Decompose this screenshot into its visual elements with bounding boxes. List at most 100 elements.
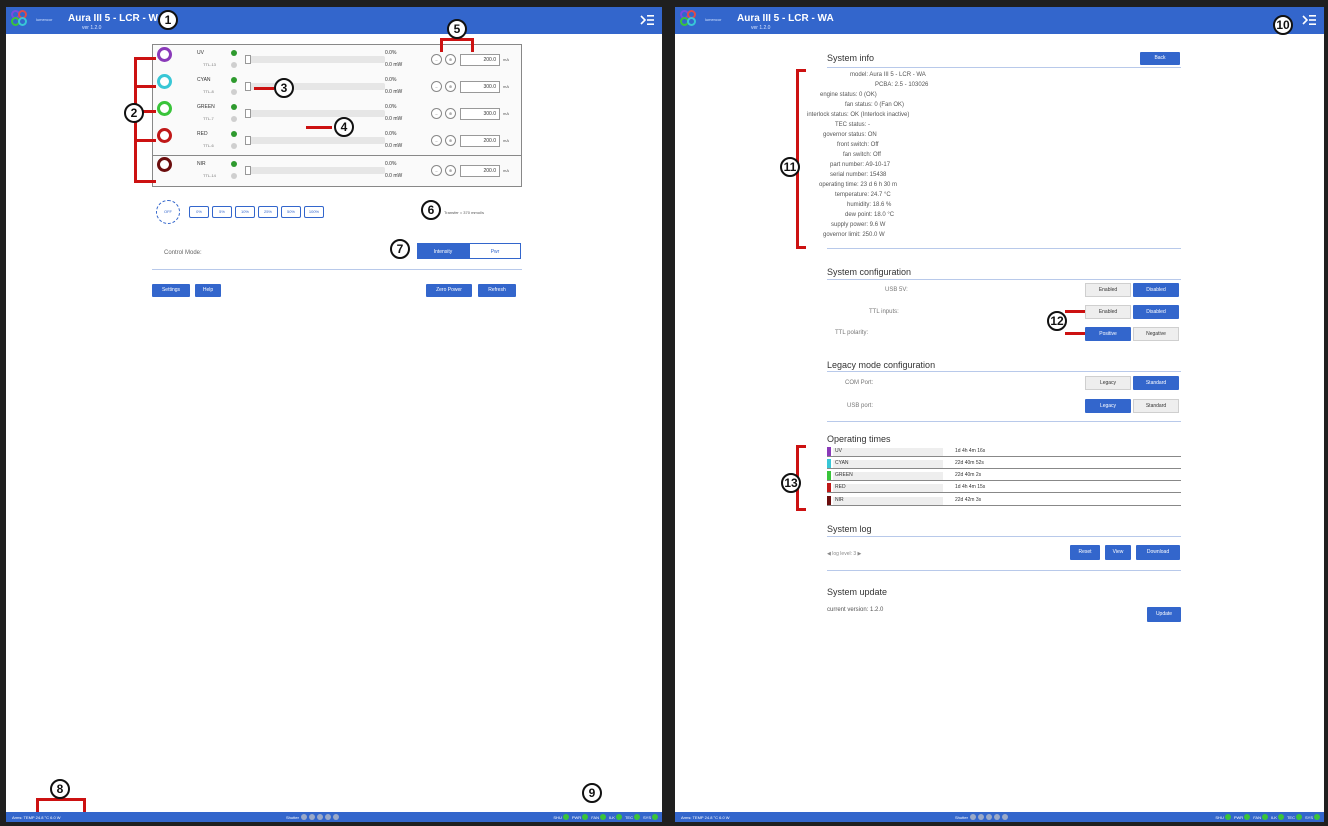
preset-button[interactable]: 50%	[281, 206, 301, 218]
menu-icon[interactable]	[640, 14, 654, 26]
decrement-button[interactable]: –	[431, 165, 442, 176]
callout-7: 7	[390, 239, 410, 259]
top-bar: lumencor Aura III 5 - LCR - WA ver 1.2.0	[6, 7, 662, 34]
intensity-slider[interactable]	[245, 55, 385, 64]
enable-led-icon[interactable]	[231, 161, 237, 167]
color-swatch	[827, 496, 831, 505]
annotation-line	[254, 87, 274, 90]
led-icon	[1277, 814, 1284, 820]
current-input[interactable]: 300.0	[460, 81, 500, 93]
enable-led-icon[interactable]	[231, 131, 237, 137]
intensity-slider[interactable]	[245, 136, 385, 145]
enable-led-icon[interactable]	[231, 50, 237, 56]
uv-ring-icon[interactable]	[157, 47, 172, 62]
settings-button[interactable]: Settings	[152, 284, 190, 297]
divider	[827, 67, 1181, 68]
unit-label: mA	[503, 111, 509, 116]
usb5v-disabled-button[interactable]: Disabled	[1133, 283, 1179, 297]
callout-12: 12	[1047, 311, 1067, 331]
zero-power-button[interactable]: Zero Power	[426, 284, 472, 297]
power-value: 0.0 mW	[385, 143, 403, 149]
slider-thumb[interactable]	[245, 55, 251, 64]
divider	[827, 570, 1181, 571]
usb-legacy-button[interactable]: Legacy	[1085, 399, 1131, 413]
slider-thumb[interactable]	[245, 136, 251, 145]
decrement-button[interactable]: –	[431, 135, 442, 146]
preset-button[interactable]: 10%	[235, 206, 255, 218]
divider	[827, 248, 1181, 249]
info-line: fan switch: Off	[843, 152, 881, 158]
annotation-line	[134, 180, 156, 183]
led-icon	[1244, 814, 1251, 820]
channel-name: GREEN	[197, 104, 215, 110]
com-legacy-button[interactable]: Legacy	[1085, 376, 1131, 390]
mode-power-button[interactable]: Pwr	[469, 243, 521, 259]
intensity-slider[interactable]	[245, 166, 385, 175]
menu-icon[interactable]	[1302, 14, 1316, 26]
current-version: current version: 1.2.0	[827, 607, 884, 613]
ttl-inputs-enabled-button[interactable]: Enabled	[1085, 305, 1131, 319]
divider	[152, 269, 522, 270]
led-icon	[969, 814, 976, 820]
decrement-button[interactable]: –	[431, 81, 442, 92]
color-swatch	[827, 459, 831, 468]
back-button[interactable]: Back	[1140, 52, 1180, 65]
transfer-readout: Transfer = 370 mmol/s	[444, 210, 484, 215]
power-value: 0.0 mW	[385, 89, 403, 95]
preset-button[interactable]: 100%	[304, 206, 324, 218]
help-button[interactable]: Help	[195, 284, 221, 297]
cyan-ring-icon[interactable]	[157, 74, 172, 89]
current-input[interactable]: 200.0	[460, 135, 500, 147]
current-input[interactable]: 200.0	[460, 165, 500, 177]
lock-button[interactable]: ⊕	[445, 54, 456, 65]
preset-row: OFF 0% 5% 10% 25% 50% 100%	[156, 200, 324, 224]
ttl-led-icon	[231, 143, 237, 149]
preset-button[interactable]: 0%	[189, 206, 209, 218]
log-view-button[interactable]: View	[1105, 545, 1131, 560]
status-bar: Arms: TEMP 24.8 °C 6.0 W Shutter SHU PWR…	[6, 812, 662, 822]
control-mode-label: Control Mode:	[164, 250, 202, 256]
intensity-slider[interactable]	[245, 109, 385, 118]
enable-led-icon[interactable]	[231, 104, 237, 110]
ttl-polarity-positive-button[interactable]: Positive	[1085, 327, 1131, 341]
com-standard-button[interactable]: Standard	[1133, 376, 1179, 390]
percent-value: 0.0%	[385, 77, 397, 83]
red-ring-icon[interactable]	[157, 128, 172, 143]
usb-standard-button[interactable]: Standard	[1133, 399, 1179, 413]
preset-button[interactable]: 25%	[258, 206, 278, 218]
op-time-name: NIR	[833, 497, 943, 505]
decrement-button[interactable]: –	[431, 108, 442, 119]
lock-button[interactable]: ⊕	[445, 81, 456, 92]
op-time-name: RED	[833, 484, 943, 492]
sys-label: SYS	[1304, 814, 1313, 820]
current-input[interactable]: 300.0	[460, 108, 500, 120]
enable-led-icon[interactable]	[231, 77, 237, 83]
current-input[interactable]: 200.0	[460, 54, 500, 66]
decrement-button[interactable]: –	[431, 54, 442, 65]
power-button[interactable]: OFF	[156, 200, 180, 224]
channel-row-cyan: CYAN TTL-8 0.0% 0.0 mW – ⊕ 300.0 mA	[153, 75, 521, 99]
mode-intensity-button[interactable]: Intensity	[417, 243, 469, 259]
log-download-button[interactable]: Download	[1136, 545, 1180, 560]
update-button[interactable]: Update	[1147, 607, 1181, 622]
slider-thumb[interactable]	[245, 109, 251, 118]
ttl-polarity-negative-button[interactable]: Negative	[1133, 327, 1179, 341]
preset-button[interactable]: 5%	[212, 206, 232, 218]
slider-thumb[interactable]	[245, 166, 251, 175]
log-reset-button[interactable]: Reset	[1070, 545, 1100, 560]
lock-button[interactable]: ⊕	[445, 108, 456, 119]
info-line: serial number: 15438	[830, 172, 887, 178]
usb5v-label: USB 5V:	[885, 287, 908, 293]
usb5v-enabled-button[interactable]: Enabled	[1085, 283, 1131, 297]
log-level-control[interactable]: ◀ log level: 3 ▶	[827, 551, 861, 557]
shutter-indicators: Shutter	[955, 814, 1008, 820]
ttl-inputs-disabled-button[interactable]: Disabled	[1133, 305, 1179, 319]
slider-thumb[interactable]	[245, 82, 251, 91]
refresh-button[interactable]: Refresh	[478, 284, 516, 297]
lock-button[interactable]: ⊕	[445, 135, 456, 146]
green-ring-icon[interactable]	[157, 101, 172, 116]
log-level-value: log level: 3	[832, 551, 857, 557]
nir-ring-icon[interactable]	[157, 157, 172, 172]
color-swatch	[827, 447, 831, 456]
lock-button[interactable]: ⊕	[445, 165, 456, 176]
